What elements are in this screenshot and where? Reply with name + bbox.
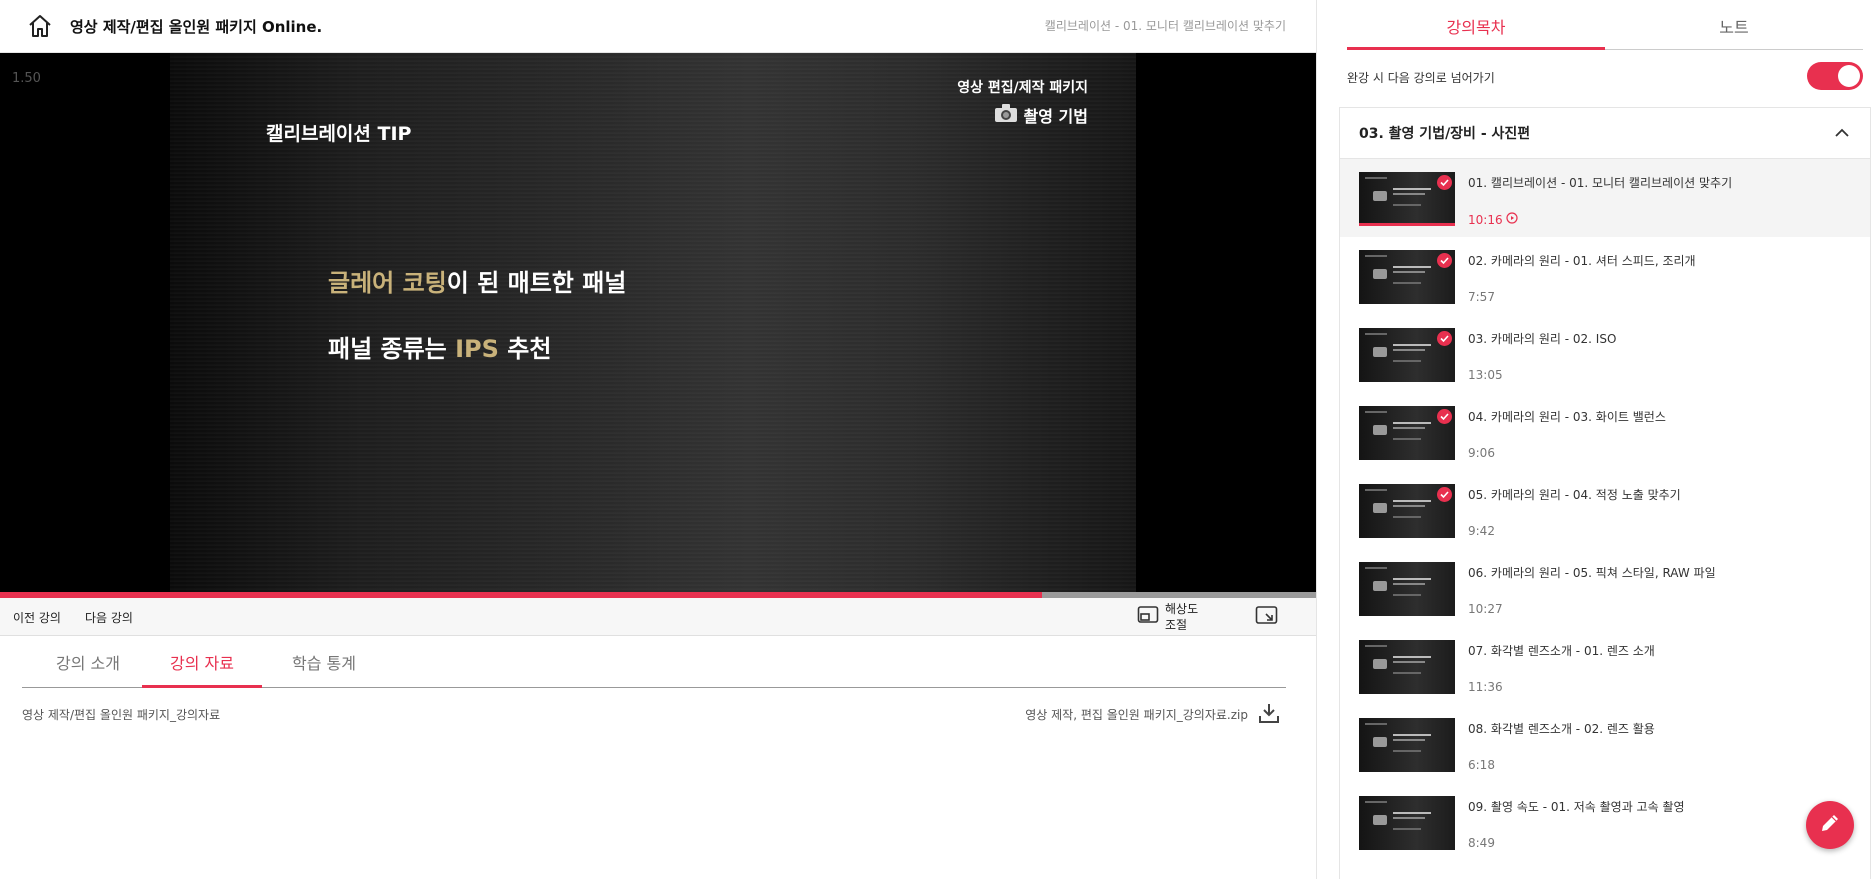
lecture-duration-text: 8:49: [1468, 836, 1495, 850]
lecture-duration: 9:06: [1468, 446, 1495, 460]
play-circle-icon: [1505, 212, 1518, 227]
slide-highlight: IPS: [455, 335, 499, 363]
lecture-duration-text: 9:42: [1468, 524, 1495, 538]
lecture-title: 01. 캘리브레이션 - 01. 모니터 캘리브레이션 맞추기: [1468, 176, 1733, 190]
playback-speed: 1.50: [12, 71, 41, 86]
lecture-item[interactable]: 07. 화각별 렌즈소개 - 01. 렌즈 소개 11:36: [1340, 627, 1870, 705]
slide-text: 패널 종류는: [328, 335, 456, 363]
lecture-item[interactable]: 03. 카메라의 원리 - 02. ISO 13:05: [1340, 315, 1870, 393]
completed-check-icon: [1437, 175, 1452, 190]
sidebar-tabs: 강의목차 노트: [1347, 0, 1863, 50]
lecture-duration: 8:49: [1468, 836, 1495, 850]
material-row: 영상 제작/편집 올인원 패키지_강의자료 영상 제작, 편집 올인원 패키지_…: [22, 702, 1286, 726]
player-controls: 이전 강의 다음 강의 해상도 조절: [0, 598, 1316, 636]
lecture-item[interactable]: 02. 카메라의 원리 - 01. 셔터 스피드, 조리개 7:57: [1340, 237, 1870, 315]
slide-brand-subtitle: 촬영 기법: [994, 103, 1088, 127]
section-title: 03. 촬영 기법/장비 - 사진편: [1359, 126, 1531, 142]
content-tabs: 강의 소개 강의 자료 학습 통계: [22, 636, 1286, 688]
lecture-duration: 10:16: [1468, 212, 1518, 227]
completed-check-icon: [1437, 487, 1452, 502]
lecture-item[interactable]: 08. 화각별 렌즈소개 - 02. 렌즈 활용 6:18: [1340, 705, 1870, 783]
lecture-duration: 13:05: [1468, 368, 1503, 382]
curriculum-sidebar: 강의목차 노트 완강 시 다음 강의로 넘어가기 03. 촬영 기법/장비 - …: [1316, 0, 1876, 879]
lecture-list: 01. 캘리브레이션 - 01. 모니터 캘리브레이션 맞추기 10:16 02. …: [1339, 158, 1871, 879]
download-icon[interactable]: [1258, 702, 1280, 724]
tab-curriculum[interactable]: 강의목차: [1347, 14, 1605, 50]
lecture-title: 02. 카메라의 원리 - 01. 셔터 스피드, 조리개: [1468, 254, 1696, 268]
prev-lecture-button[interactable]: 이전 강의: [13, 609, 61, 626]
slide-highlight: 글레어 코팅: [328, 269, 447, 297]
pencil-icon: [1818, 811, 1842, 839]
lecture-duration-text: 7:57: [1468, 290, 1495, 304]
camera-icon: [994, 103, 1018, 127]
slide-brand-line: 영상 편집/제작 패키지: [957, 80, 1088, 96]
slide-text: 추천: [498, 335, 552, 363]
lecture-title: 06. 카메라의 원리 - 05. 픽쳐 스타일, RAW 파일: [1468, 566, 1716, 580]
toggle-knob: [1838, 65, 1860, 87]
slide-tip-title: 캘리브레이션 TIP: [266, 123, 412, 145]
completed-check-icon: [1437, 409, 1452, 424]
autoplay-setting: 완강 시 다음 강의로 넘어가기: [1347, 60, 1867, 90]
material-name: 영상 제작/편집 올인원 패키지_강의자료: [22, 708, 221, 722]
lecture-duration: 7:57: [1468, 290, 1495, 304]
tab-intro[interactable]: 강의 소개: [48, 650, 128, 688]
lecture-item[interactable]: 09. 촬영 속도 - 01. 저속 촬영과 고속 촬영 8:49: [1340, 783, 1870, 861]
completed-check-icon: [1437, 253, 1452, 268]
resolution-label: 해상도 조절: [1165, 602, 1199, 632]
top-bar: 영상 제작/편집 올인원 패키지 Online. 캘리브레이션 - 01. 모니…: [0, 0, 1316, 53]
picture-in-picture-icon[interactable]: [1255, 605, 1279, 629]
edit-note-button[interactable]: [1806, 801, 1854, 849]
video-player[interactable]: 1.50 영상 편집/제작 패키지 촬영 기법 캘리브레이션 TIP 글레어 코…: [0, 53, 1316, 593]
completed-check-icon: [1437, 331, 1452, 346]
lecture-item[interactable]: 01. 캘리브레이션 - 01. 모니터 캘리브레이션 맞추기 10:16: [1340, 159, 1870, 237]
tab-materials[interactable]: 강의 자료: [142, 650, 262, 688]
lecture-item[interactable]: 06. 카메라의 원리 - 05. 픽쳐 스타일, RAW 파일 10:27: [1340, 549, 1870, 627]
lecture-thumbnail: [1359, 718, 1455, 772]
section-header[interactable]: 03. 촬영 기법/장비 - 사진편: [1339, 107, 1871, 159]
slide-text-line: 글레어 코팅이 된 매트한 패널: [328, 263, 626, 298]
lecture-title: 08. 화각별 렌즈소개 - 02. 렌즈 활용: [1468, 722, 1655, 736]
lecture-item[interactable]: 05. 카메라의 원리 - 04. 적정 노출 맞추기 9:42: [1340, 471, 1870, 549]
lecture-duration-text: 11:36: [1468, 680, 1503, 694]
autoplay-toggle[interactable]: [1807, 62, 1863, 90]
resolution-button[interactable]: 해상도 조절: [1137, 601, 1205, 633]
lecture-duration-text: 6:18: [1468, 758, 1495, 772]
lecture-duration: 6:18: [1468, 758, 1495, 772]
lecture-thumbnail: [1359, 796, 1455, 850]
lecture-title: 09. 촬영 속도 - 01. 저속 촬영과 고속 촬영: [1468, 800, 1685, 814]
slide-brand-subtitle-text: 촬영 기법: [1023, 107, 1088, 126]
autoplay-label: 완강 시 다음 강의로 넘어가기: [1347, 71, 1495, 85]
slide-text-line: 패널 종류는 IPS 추천: [328, 329, 551, 364]
lecture-duration-text: 10:27: [1468, 602, 1503, 616]
material-file-link[interactable]: 영상 제작, 편집 올인원 패키지_강의자료.zip: [1025, 706, 1248, 723]
watched-progress-bar: [1359, 223, 1455, 226]
tab-stats[interactable]: 학습 통계: [284, 650, 364, 688]
lecture-thumbnail: [1359, 562, 1455, 616]
lecture-title: 04. 카메라의 원리 - 03. 화이트 밸런스: [1468, 410, 1666, 424]
lecture-title: 03. 카메라의 원리 - 02. ISO: [1468, 332, 1617, 346]
lecture-title: 07. 화각별 렌즈소개 - 01. 렌즈 소개: [1468, 644, 1655, 658]
lecture-thumbnail: [1359, 640, 1455, 694]
next-lecture-button[interactable]: 다음 강의: [85, 609, 133, 626]
lecture-duration-text: 13:05: [1468, 368, 1503, 382]
home-icon[interactable]: [27, 13, 53, 39]
slide-text: 이 된 매트한 패널: [446, 269, 627, 297]
lecture-duration: 10:27: [1468, 602, 1503, 616]
player-pane: 영상 제작/편집 올인원 패키지 Online. 캘리브레이션 - 01. 모니…: [0, 0, 1316, 879]
chevron-up-icon[interactable]: [1832, 123, 1852, 143]
lecture-title: 05. 카메라의 원리 - 04. 적정 노출 맞추기: [1468, 488, 1681, 502]
course-title: 영상 제작/편집 올인원 패키지 Online.: [70, 18, 323, 36]
lecture-duration: 9:42: [1468, 524, 1495, 538]
lecture-item[interactable]: 04. 카메라의 원리 - 03. 화이트 밸런스 9:06: [1340, 393, 1870, 471]
video-frame: 영상 편집/제작 패키지 촬영 기법 캘리브레이션 TIP 글레어 코팅이 된 …: [170, 53, 1136, 593]
current-lecture-title: 캘리브레이션 - 01. 모니터 캘리브레이션 맞추기: [1044, 19, 1286, 33]
lecture-duration: 11:36: [1468, 680, 1503, 694]
lecture-duration-text: 10:16: [1468, 212, 1503, 227]
tab-notes[interactable]: 노트: [1605, 14, 1863, 50]
lecture-duration-text: 9:06: [1468, 446, 1495, 460]
resolution-icon: [1137, 605, 1159, 629]
